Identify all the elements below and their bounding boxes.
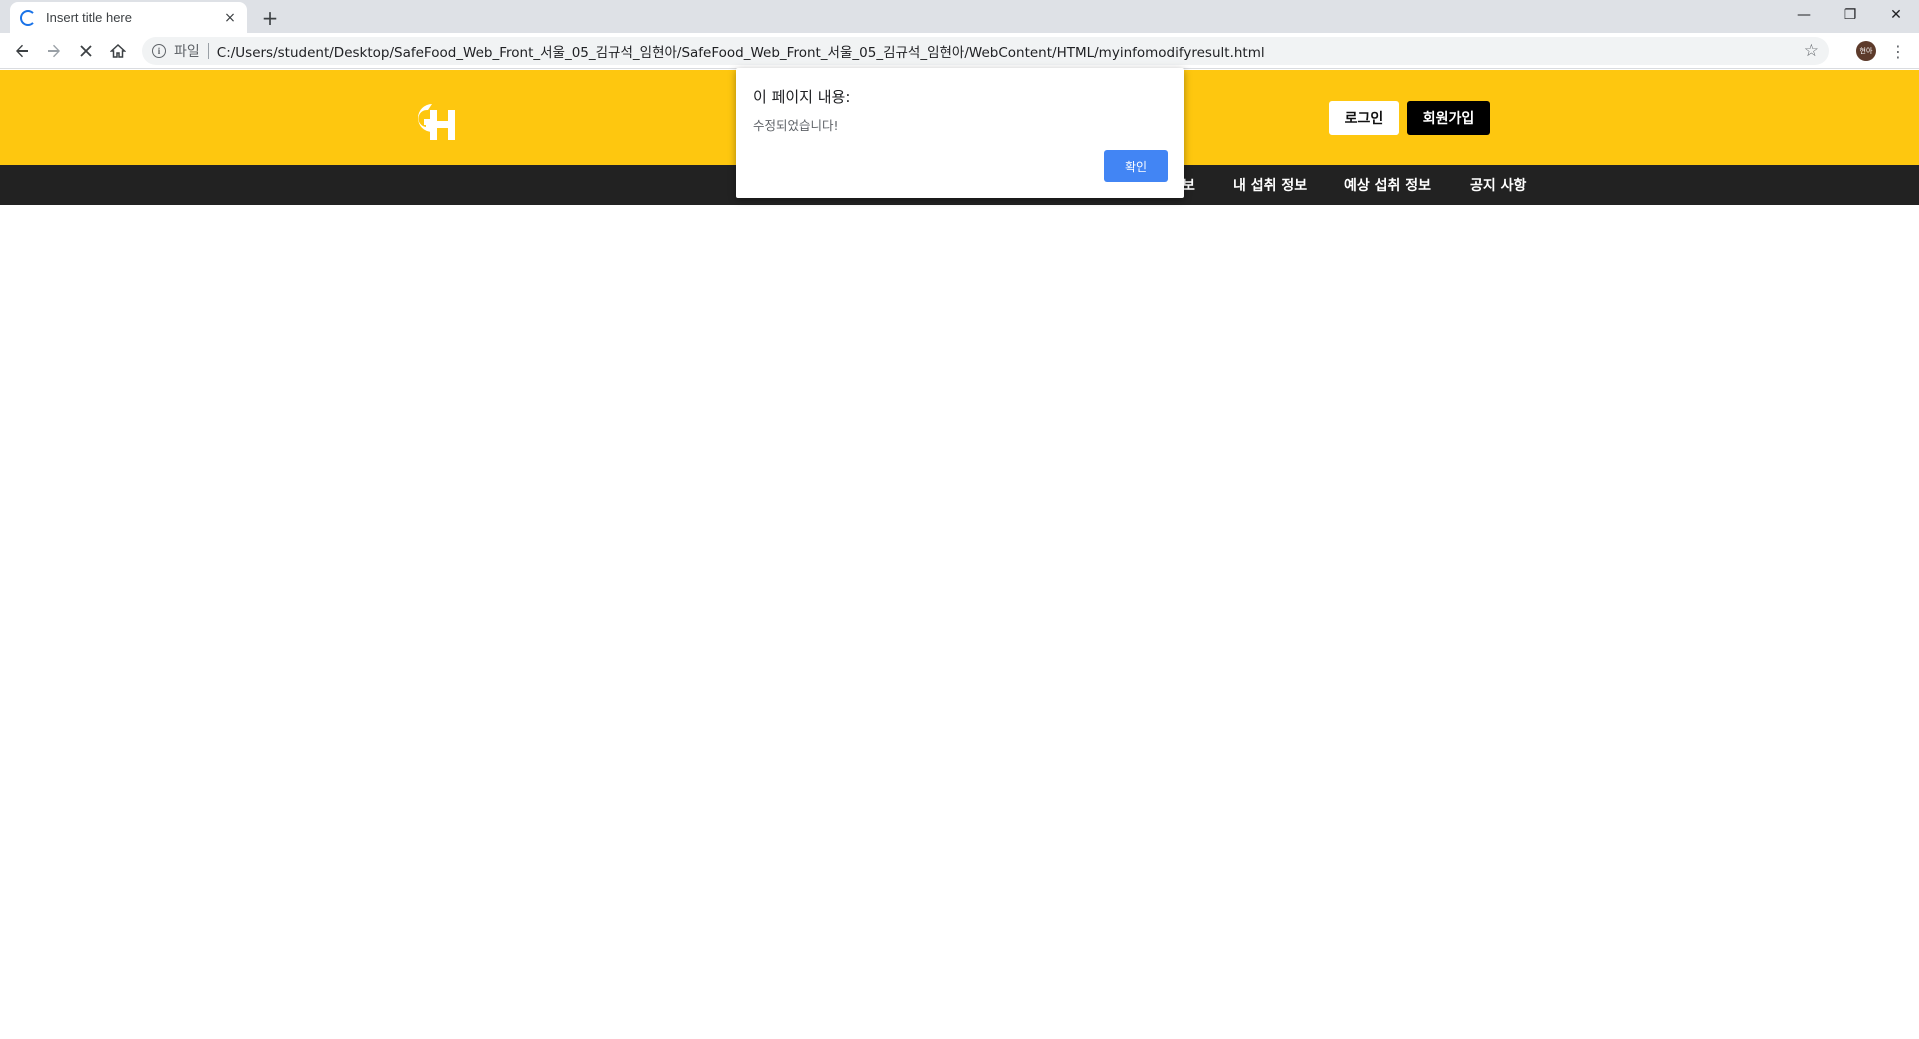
url-separator xyxy=(207,43,209,59)
nav-item-notices[interactable]: 공지 사항 xyxy=(1470,165,1526,205)
info-icon[interactable]: i xyxy=(152,44,166,58)
alert-ok-button[interactable]: 확인 xyxy=(1104,150,1168,182)
site-logo[interactable] xyxy=(410,98,462,142)
alert-dialog: 이 페이지 내용: 수정되었습니다! 확인 xyxy=(736,68,1184,198)
browser-tab-strip: Insert title here × + — ❐ ✕ xyxy=(0,0,1919,33)
url-text[interactable]: C:/Users/student/Desktop/SafeFood_Web_Fr… xyxy=(217,41,1265,61)
tab-close-icon[interactable]: × xyxy=(221,9,239,27)
browser-toolbar: i 파일 C:/Users/student/Desktop/SafeFood_W… xyxy=(0,33,1919,69)
browser-tab[interactable]: Insert title here × xyxy=(10,2,247,33)
back-arrow-icon[interactable] xyxy=(8,37,36,65)
new-tab-button[interactable]: + xyxy=(256,6,284,30)
alert-title: 이 페이지 내용: xyxy=(753,88,851,106)
stop-loading-icon[interactable] xyxy=(72,37,100,65)
kebab-menu-icon[interactable]: ⋮ xyxy=(1886,37,1910,65)
address-bar[interactable]: i 파일 C:/Users/student/Desktop/SafeFood_W… xyxy=(142,37,1829,65)
url-scheme-label: 파일 xyxy=(174,44,200,60)
window-controls: — ❐ ✕ xyxy=(1781,0,1919,30)
tab-title: Insert title here xyxy=(46,10,132,25)
restore-button[interactable]: ❐ xyxy=(1827,0,1873,30)
signup-button[interactable]: 회원가입 xyxy=(1407,101,1490,135)
nav-item-my-intake[interactable]: 내 섭취 정보 xyxy=(1233,165,1307,205)
profile-avatar[interactable]: 현아 xyxy=(1856,41,1876,61)
forward-arrow-icon[interactable] xyxy=(40,37,68,65)
loading-spinner-icon xyxy=(20,9,36,26)
nav-item-expected-intake[interactable]: 예상 섭취 정보 xyxy=(1344,165,1431,205)
login-button[interactable]: 로그인 xyxy=(1329,101,1399,135)
star-icon[interactable]: ☆ xyxy=(1804,41,1819,61)
minimize-button[interactable]: — xyxy=(1781,0,1827,30)
close-window-button[interactable]: ✕ xyxy=(1873,0,1919,30)
alert-message: 수정되었습니다! xyxy=(753,118,839,133)
home-icon[interactable] xyxy=(104,37,132,65)
